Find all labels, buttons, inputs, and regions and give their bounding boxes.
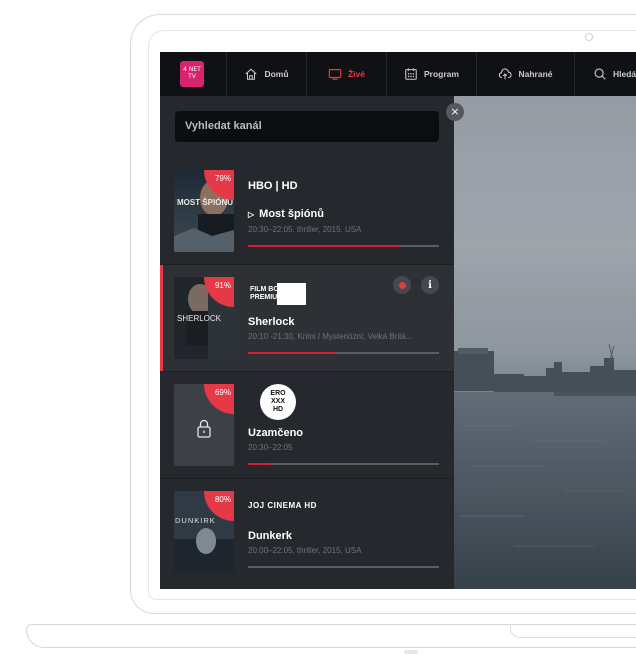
play-icon: ▷: [248, 210, 255, 219]
channel-logo-hbo: HBO | HD: [248, 180, 298, 198]
nav-item-recorded[interactable]: Nahrané: [476, 52, 574, 96]
tv-icon: [328, 69, 342, 80]
progress-fill: [248, 351, 336, 354]
app-logo[interactable]: 4 NET TV: [180, 61, 204, 87]
percent-value: 80%: [214, 495, 231, 504]
calendar-icon: [405, 68, 417, 80]
percent-value: 91%: [214, 281, 231, 290]
laptop-base-notch: [510, 624, 636, 638]
progress-fill: [248, 462, 271, 465]
progress-bar: [248, 566, 439, 568]
nav-item-program[interactable]: Program: [386, 52, 476, 96]
home-icon: [245, 68, 258, 80]
program-title: Dunkerk: [248, 530, 293, 542]
video-player[interactable]: [454, 96, 636, 589]
channel-name: FILM BOX PREMIUM: [248, 283, 306, 305]
info-button[interactable]: i: [421, 276, 439, 294]
program-title-text: Most špiónů: [259, 208, 324, 220]
video-frame-image: [454, 96, 636, 589]
percent-value: 79%: [214, 174, 231, 183]
progress-bar: [248, 244, 439, 247]
nav-item-home[interactable]: Domů: [226, 52, 306, 96]
nav-label: Nahrané: [518, 69, 553, 79]
percent-badge: 91%: [204, 277, 234, 307]
nav-label: Hledá: [613, 69, 636, 79]
close-sidebar-button[interactable]: ×: [446, 103, 464, 121]
channel-logo-ero: ERO XXX HD: [260, 384, 296, 420]
program-meta: 20:30–22:05, thriller, 2015, USA: [248, 225, 362, 234]
cloud-icon: [499, 68, 513, 80]
info-icon: i: [428, 279, 432, 291]
poster-text: SHERLOCK: [177, 314, 222, 323]
percent-badge: 80%: [204, 491, 234, 521]
program-title: Sherlock: [248, 316, 295, 328]
program-meta: 20:00–22:05, thriller, 2015, USA: [248, 546, 362, 555]
percent-value: 69%: [214, 388, 231, 397]
channel-row-ero[interactable]: 69% ERO XXX HD Uzamčeno 20:30–22:05: [160, 372, 454, 479]
search-icon: [594, 68, 606, 80]
channel-name: ERO XXX HD: [270, 390, 286, 413]
nav-item-live[interactable]: Živé: [306, 52, 386, 96]
nav-label: Program: [424, 69, 459, 79]
nav-label: Domů: [264, 69, 289, 79]
nav-label: Živé: [347, 69, 365, 79]
channel-logo-filmbox: FILM BOX PREMIUM: [248, 283, 308, 307]
record-icon: [398, 281, 406, 289]
camera-icon: [585, 33, 593, 41]
laptop-foot: [404, 650, 418, 654]
progress-bar: [248, 351, 439, 354]
channel-sidebar: MOST ŠPIÓNŮ 79% HBO | HD ▷Most špiónů 20…: [160, 96, 454, 589]
progress-bar: [248, 462, 439, 465]
channel-name: HBO | HD: [248, 180, 298, 192]
program-meta: 20:10 -21:30, Krimi / Mysteriózní, Velká…: [248, 332, 413, 341]
program-title: ▷ Most špiónů: [248, 208, 324, 220]
channel-name: JOJ CINEMA HD: [248, 501, 317, 510]
program-meta: 20:30–22:05: [248, 443, 293, 452]
nav-item-search[interactable]: Hledá: [574, 52, 636, 96]
percent-badge: 79%: [204, 170, 234, 200]
channel-logo-joj: JOJ CINEMA HD: [248, 501, 317, 519]
percent-badge: 69%: [204, 384, 234, 414]
progress-fill: [248, 244, 399, 247]
channel-row-hbo[interactable]: MOST ŠPIÓNŮ 79% HBO | HD ▷ Most špiónů 20…: [160, 158, 454, 265]
top-nav: 4 NET TV Domů Živé Program Nahrané Hledá: [160, 52, 636, 96]
close-icon: ×: [450, 105, 460, 118]
app-screen: 4 NET TV Domů Živé Program Nahrané Hledá: [160, 52, 636, 589]
logo-text: 4 NET TV: [183, 66, 201, 80]
program-title: Uzamčeno: [248, 427, 304, 439]
channel-row-filmbox[interactable]: SHERLOCK 91% FILM BOX PREMIUM i Sherlock…: [160, 265, 454, 372]
channel-row-joj[interactable]: DUNKIRK 80% JOJ CINEMA HD Dunkerk 20:00–…: [160, 479, 454, 586]
record-button[interactable]: [393, 276, 411, 294]
channel-search-input[interactable]: [175, 111, 439, 142]
